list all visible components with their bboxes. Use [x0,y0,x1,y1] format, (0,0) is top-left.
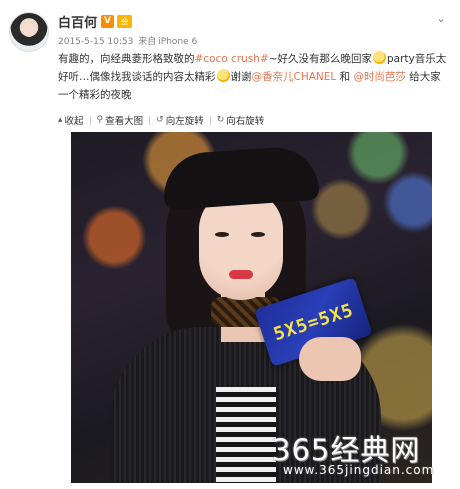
weibo-post-card: 白百何 V 会 ⌄ 2015-5-15 10:53 来自 iPhone 6 有趣的… [0,0,460,489]
image-toolbar: ▴ 收起 ⚲ 查看大图 ↺ 向左旋转 ↻ 向右旋转 [58,113,264,127]
mention-link-bazaar[interactable]: @时尚芭莎 [353,71,406,83]
rotate-left-button[interactable]: ↺ 向左旋转 [156,113,204,127]
author-name[interactable]: 白百何 [58,12,97,31]
avatar[interactable] [9,12,49,52]
rotate-right-button[interactable]: ↻ 向右旋转 [217,113,265,127]
collapse-button[interactable]: ▴ 收起 [58,113,84,127]
photo-hat [161,144,320,211]
emoji-icon [216,69,230,82]
view-large-label: 查看大图 [105,116,144,127]
post-text: 有趣的，向经典菱形格致敬的#coco crush#~好久没有那么晚回家 party… [58,50,450,104]
photo-hand [299,337,361,381]
divider [149,115,151,125]
watermark-url: www.365jingdian.com [283,463,435,477]
post-date[interactable]: 2015-5-15 10:53 [58,37,133,47]
post-text-part: 和 [336,71,354,83]
photo-striped-top [216,387,276,483]
verified-badge[interactable]: V [101,14,115,28]
chevron-down-icon[interactable]: ⌄ [434,12,448,26]
view-large-button[interactable]: ⚲ 查看大图 [97,113,144,127]
vip-badge[interactable]: 会 [117,14,133,28]
photo-lips [229,270,253,279]
post-source[interactable]: iPhone 6 [158,37,197,47]
topic-link[interactable]: #coco crush# [195,53,269,65]
photo-eye [215,232,229,237]
post-text-part: 有趣的，向经典菱形格致敬的 [58,53,195,65]
divider [209,115,211,125]
post-meta: 2015-5-15 10:53 来自 iPhone 6 [58,34,197,47]
rotate-left-icon: ↺ [156,115,164,125]
post-text-part: 谢谢 [230,71,252,83]
mention-link-chanel[interactable]: @香奈儿CHANEL [252,71,337,83]
rotate-right-icon: ↻ [216,115,225,125]
collapse-icon: ▴ [58,115,63,125]
photo-eye [251,232,265,237]
post-text-part: ~好久没有那么晚回家 [268,53,373,65]
zoom-icon: ⚲ [96,115,104,125]
emoji-icon [373,51,387,64]
avatar-face [23,23,35,37]
source-prefix: 来自 [138,37,157,47]
collapse-label: 收起 [64,116,84,127]
author-row: 白百何 V 会 [58,12,133,31]
rotate-right-label: 向右旋转 [226,116,265,127]
divider [89,115,91,125]
rotate-left-label: 向左旋转 [165,116,204,127]
